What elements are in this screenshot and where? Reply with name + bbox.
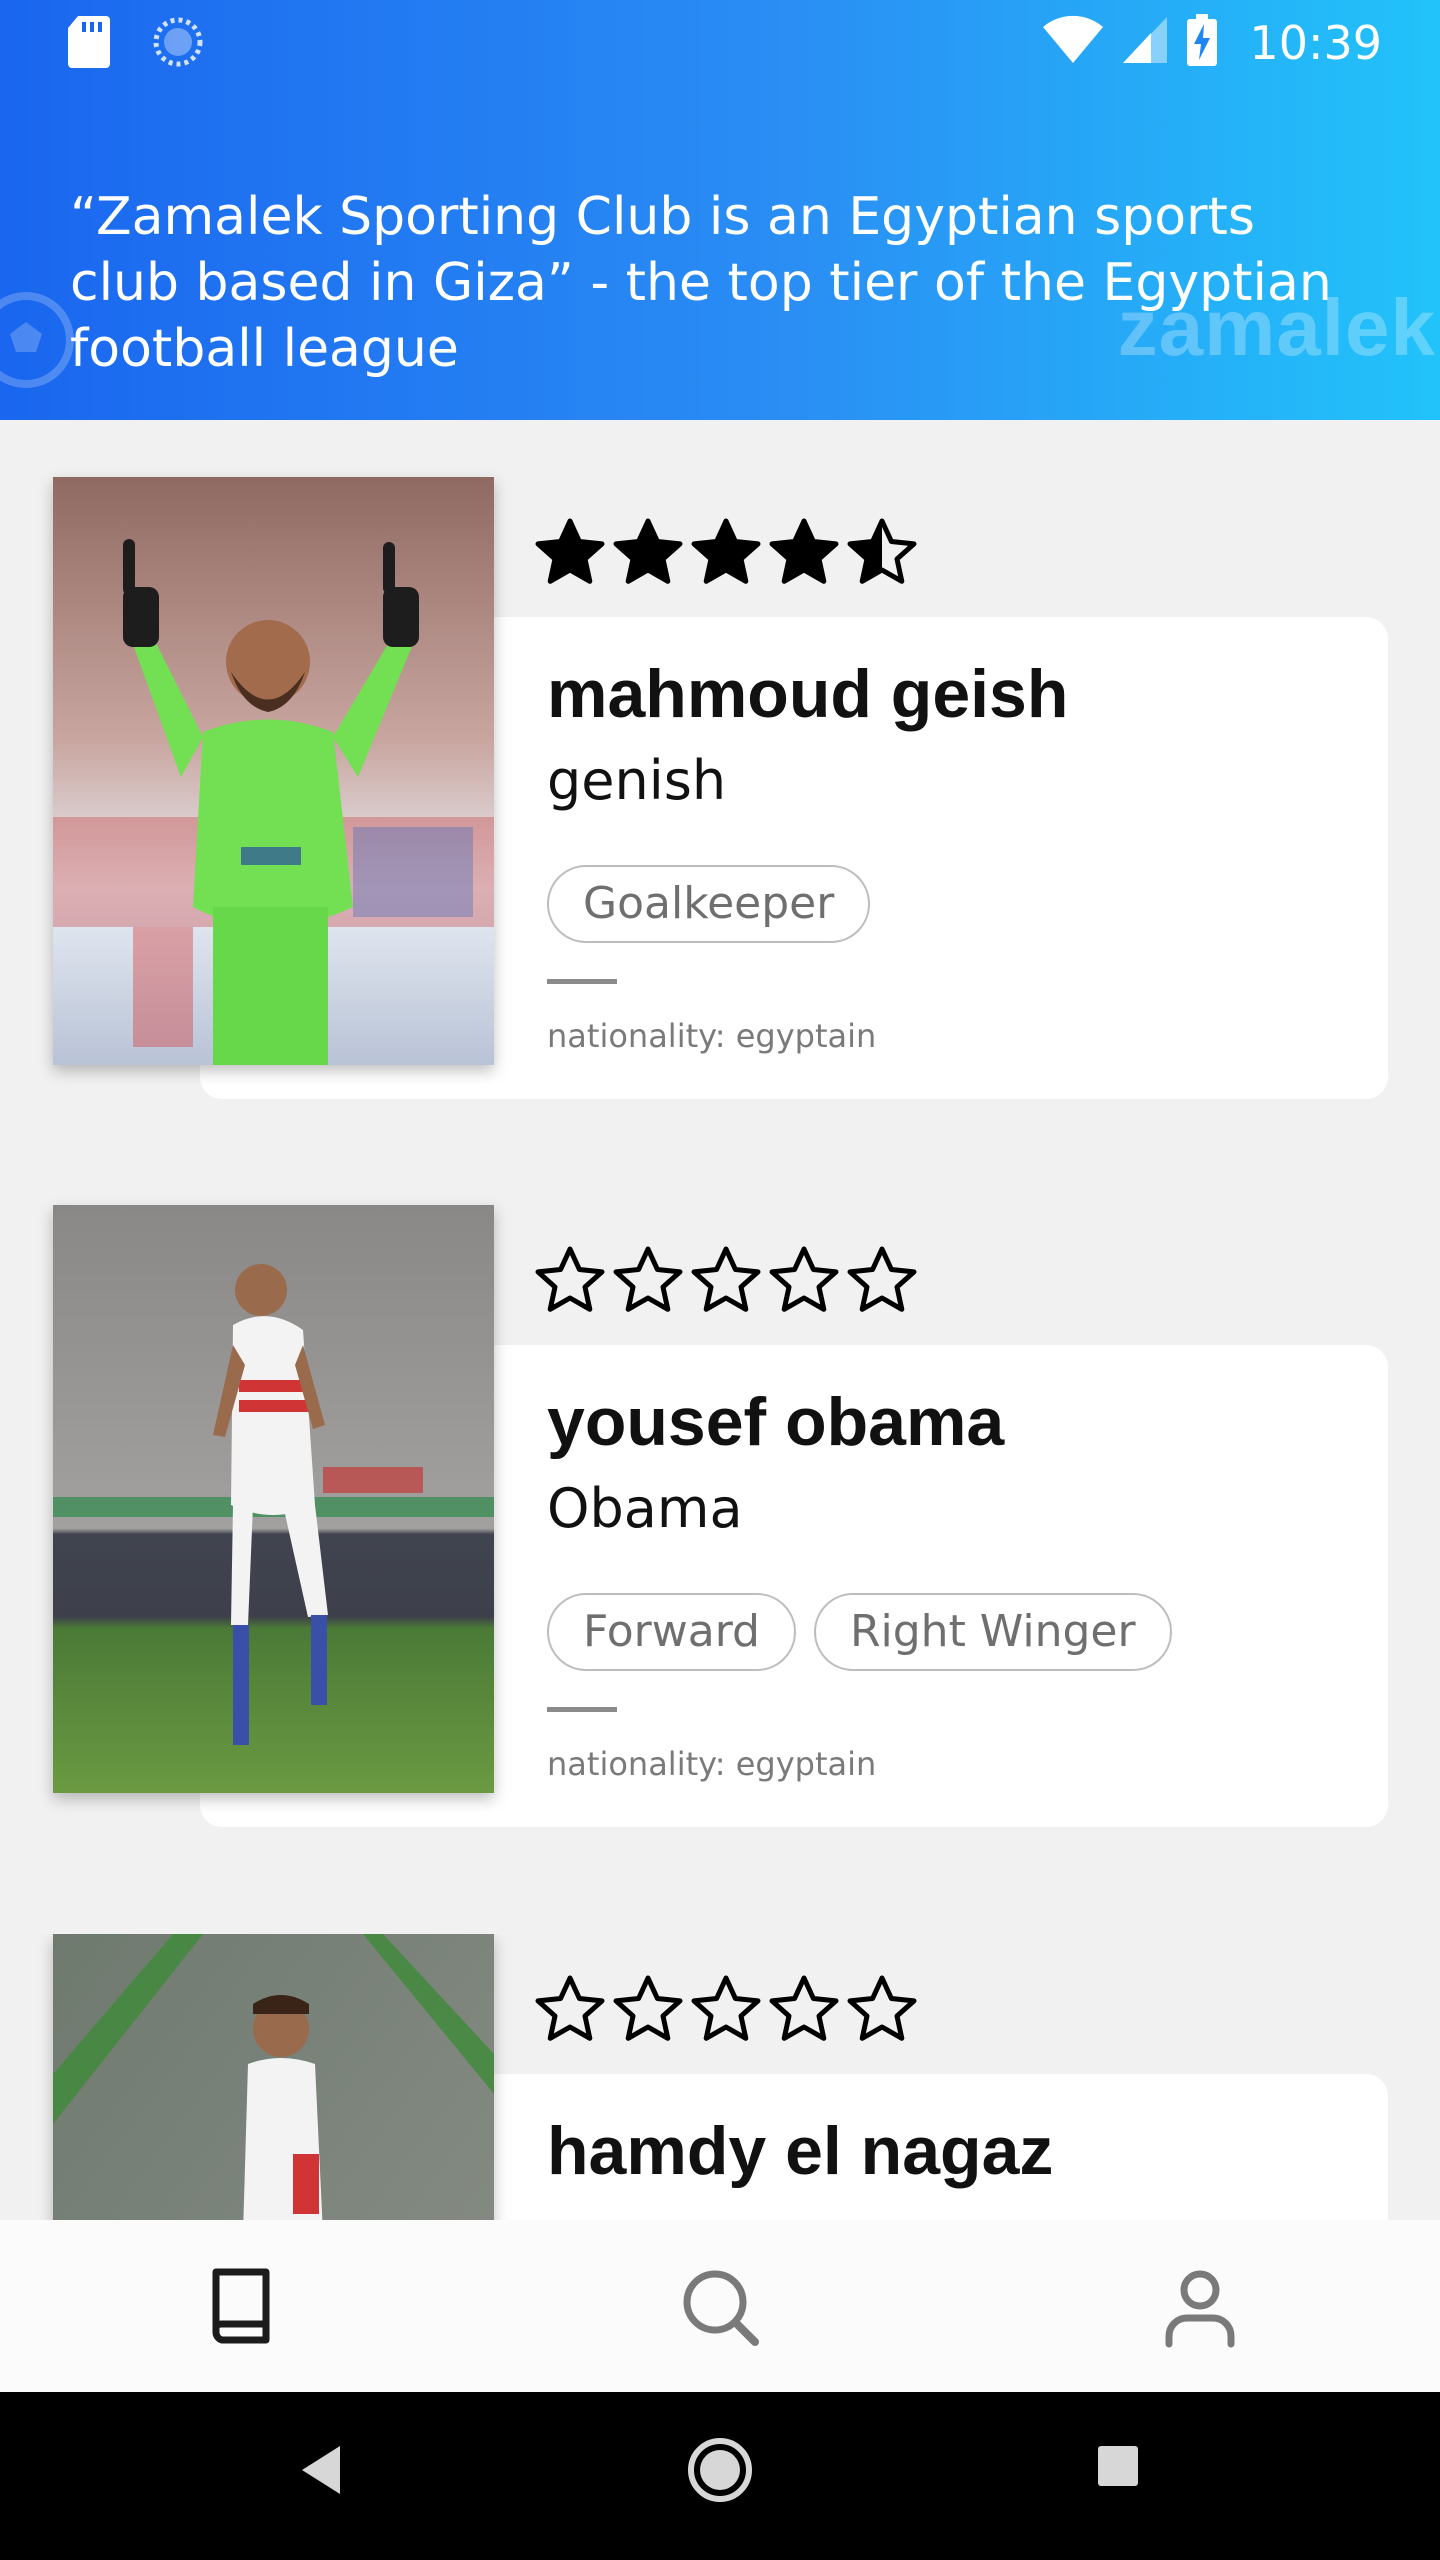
recents-icon[interactable] bbox=[1096, 2444, 1140, 2493]
position-chips: Goalkeeper bbox=[547, 865, 871, 943]
app-header: 10:39 zamalek “Zamalek Sporting Club is … bbox=[0, 0, 1440, 420]
star-filled-icon[interactable] bbox=[534, 517, 606, 589]
nav-profile-button[interactable] bbox=[1155, 2262, 1245, 2352]
bottom-navigation bbox=[0, 2220, 1440, 2392]
star-outline-icon[interactable] bbox=[534, 1245, 606, 1317]
player-name: yousef obama bbox=[547, 1384, 1005, 1460]
football-watermark-icon bbox=[0, 290, 76, 395]
position-chips: Forward Right Winger bbox=[547, 1593, 1172, 1671]
star-outline-icon[interactable] bbox=[690, 1974, 762, 2046]
star-rating[interactable] bbox=[534, 517, 918, 589]
sync-icon bbox=[152, 16, 204, 73]
player-photo[interactable] bbox=[53, 1205, 494, 1793]
star-outline-icon[interactable] bbox=[768, 1245, 840, 1317]
divider bbox=[547, 1707, 617, 1712]
star-outline-icon[interactable] bbox=[846, 1245, 918, 1317]
person-icon bbox=[1155, 2270, 1245, 2356]
position-chip[interactable]: Goalkeeper bbox=[547, 865, 871, 943]
nav-library-button[interactable] bbox=[194, 2262, 284, 2352]
divider bbox=[547, 979, 617, 984]
player-nationality: nationality: egyptain bbox=[547, 1017, 877, 1055]
player-card[interactable]: yousef obama Obama Forward Right Winger … bbox=[0, 1205, 1440, 1855]
player-nickname: Obama bbox=[547, 1477, 743, 1540]
star-outline-icon[interactable] bbox=[612, 1974, 684, 2046]
star-outline-icon[interactable] bbox=[534, 1974, 606, 2046]
player-name: hamdy el nagaz bbox=[547, 2113, 1054, 2189]
status-bar: 10:39 bbox=[0, 0, 1440, 84]
star-filled-icon[interactable] bbox=[768, 517, 840, 589]
home-icon[interactable] bbox=[686, 2436, 754, 2509]
player-card[interactable]: mahmoud geish genish Goalkeeper national… bbox=[0, 477, 1440, 1127]
star-outline-icon[interactable] bbox=[768, 1974, 840, 2046]
wifi-icon bbox=[1043, 15, 1104, 70]
player-nationality: nationality: egyptain bbox=[547, 1745, 877, 1783]
cell-signal-icon bbox=[1121, 15, 1169, 70]
club-tagline: “Zamalek Sporting Club is an Egyptian sp… bbox=[70, 187, 1332, 379]
player-name: mahmoud geish bbox=[547, 656, 1069, 732]
star-filled-icon[interactable] bbox=[612, 517, 684, 589]
star-outline-icon[interactable] bbox=[846, 1974, 918, 2046]
clock: 10:39 bbox=[1249, 15, 1382, 70]
player-nickname: genish bbox=[547, 749, 727, 812]
position-chip[interactable]: Right Winger bbox=[813, 1593, 1172, 1671]
position-chip[interactable]: Forward bbox=[547, 1593, 796, 1671]
star-outline-icon[interactable] bbox=[612, 1245, 684, 1317]
star-filled-icon[interactable] bbox=[690, 517, 762, 589]
nav-search-button[interactable] bbox=[675, 2262, 765, 2352]
star-outline-icon[interactable] bbox=[690, 1245, 762, 1317]
back-icon[interactable] bbox=[296, 2440, 346, 2505]
search-icon bbox=[675, 2270, 765, 2356]
player-photo[interactable] bbox=[53, 1934, 494, 2220]
sd-card-icon bbox=[68, 16, 110, 73]
player-photo[interactable] bbox=[53, 477, 494, 1065]
player-card[interactable]: hamdy el nagaz bbox=[0, 1934, 1440, 2220]
system-navigation-bar bbox=[0, 2392, 1440, 2560]
star-rating[interactable] bbox=[534, 1974, 918, 2046]
battery-charging-icon bbox=[1187, 14, 1218, 71]
book-icon bbox=[194, 2268, 284, 2356]
star-rating[interactable] bbox=[534, 1245, 918, 1317]
star-half-icon[interactable] bbox=[846, 517, 918, 589]
